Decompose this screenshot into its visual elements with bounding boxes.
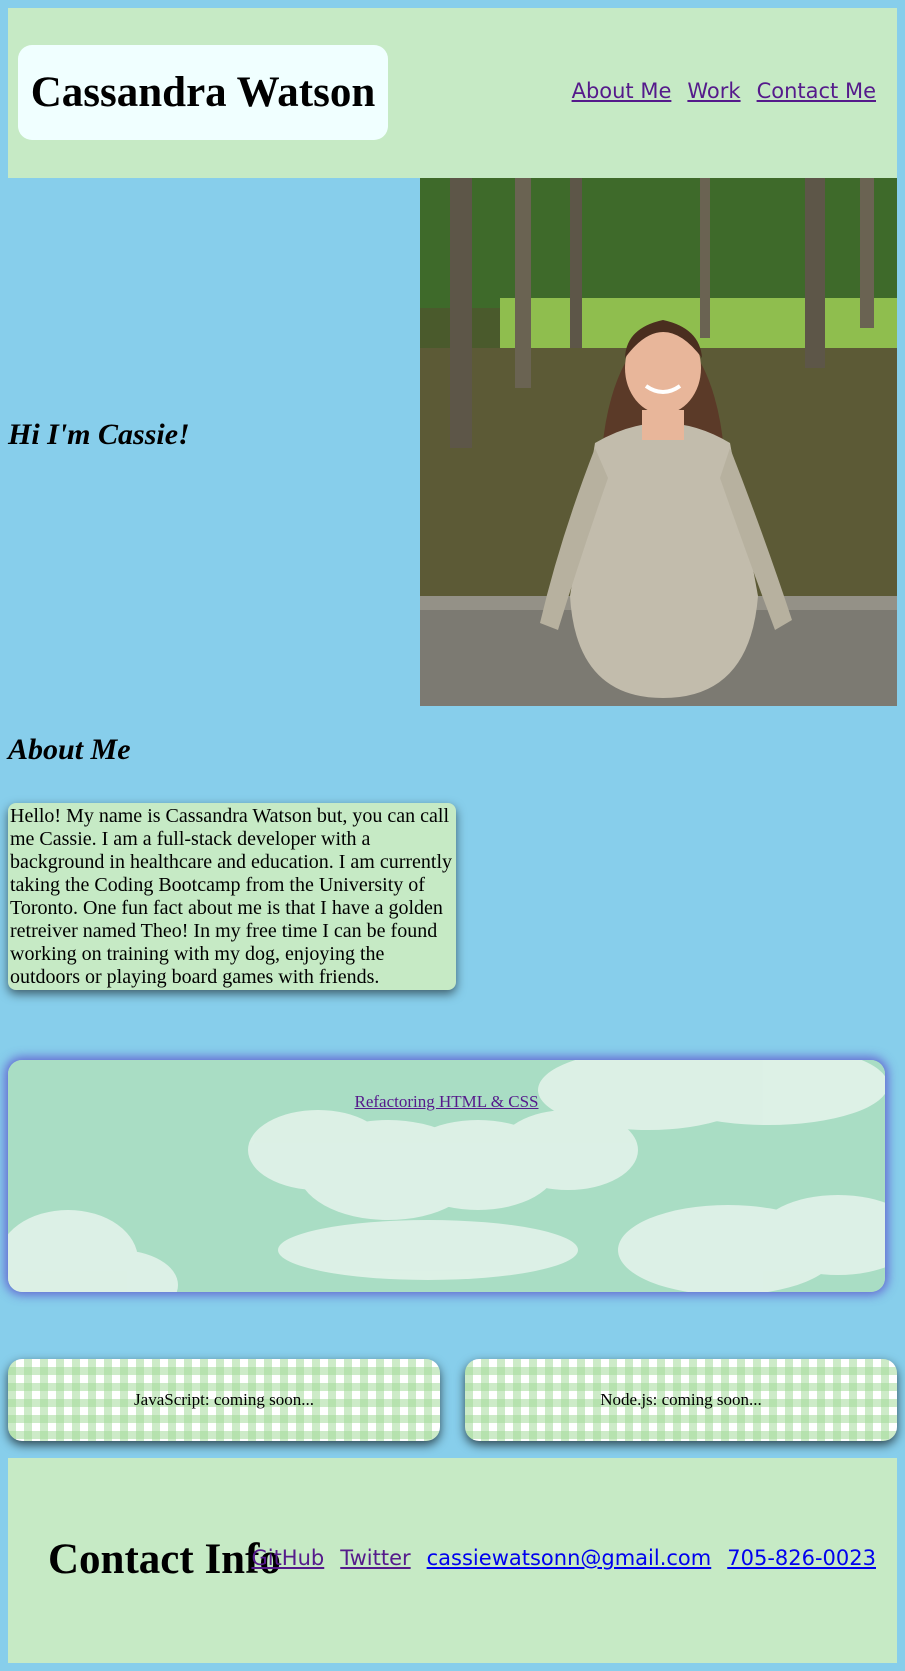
nodejs-project-card[interactable]: Node.js: coming soon... xyxy=(465,1359,897,1441)
refactoring-project-link[interactable]: Refactoring HTML & CSS xyxy=(8,1092,885,1112)
about-heading: About Me xyxy=(8,733,131,766)
twitter-link[interactable]: Twitter xyxy=(340,1546,410,1570)
contact-footer: Contact Info GitHub Twitter cassiewatson… xyxy=(8,1458,897,1663)
nav-contact-me-link[interactable]: Contact Me xyxy=(757,79,876,103)
nav-about-me-link[interactable]: About Me xyxy=(572,79,672,103)
phone-link[interactable]: 705-826-0023 xyxy=(727,1546,876,1570)
email-link[interactable]: cassiewatsonn@gmail.com xyxy=(427,1546,712,1570)
github-link[interactable]: GitHub xyxy=(251,1546,324,1570)
about-text: Hello! My name is Cassandra Watson but, … xyxy=(8,803,456,990)
profile-photo xyxy=(420,178,897,706)
hero-heading: Hi I'm Cassie! xyxy=(8,418,190,451)
javascript-project-label: JavaScript: coming soon... xyxy=(134,1390,314,1409)
name-box: Cassandra Watson xyxy=(18,45,388,140)
site-title: Cassandra Watson xyxy=(30,69,376,116)
nodejs-project-label: Node.js: coming soon... xyxy=(600,1390,762,1409)
nav-work-link[interactable]: Work xyxy=(687,79,740,103)
main-nav: About Me Work Contact Me xyxy=(572,79,876,103)
javascript-project-card[interactable]: JavaScript: coming soon... xyxy=(8,1359,440,1441)
contact-links: GitHub Twitter cassiewatsonn@gmail.com 7… xyxy=(251,1546,876,1570)
site-header: Cassandra Watson About Me Work Contact M… xyxy=(8,8,897,178)
contact-heading: Contact Info xyxy=(48,1536,281,1583)
featured-project-card[interactable]: Refactoring HTML & CSS xyxy=(8,1060,885,1292)
